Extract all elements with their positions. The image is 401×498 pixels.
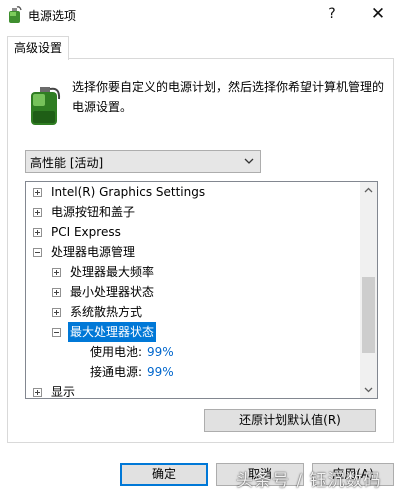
power-plan-value: 高性能 [活动]: [30, 156, 104, 170]
tab-bar: 高级设置: [0, 30, 401, 60]
scroll-up-icon[interactable]: [360, 182, 377, 199]
scroll-thumb[interactable]: [362, 277, 375, 353]
scroll-down-icon[interactable]: [360, 381, 377, 398]
expand-plus-icon[interactable]: [33, 208, 42, 217]
tab-advanced-settings[interactable]: 高级设置: [7, 36, 69, 60]
power-plan-select[interactable]: 高性能 [活动]: [25, 150, 261, 173]
settings-tree[interactable]: Intel(R) Graphics Settings 电源按钮和盖子 PCI E…: [25, 181, 378, 399]
window-title: 电源选项: [28, 9, 77, 23]
selected-node-label: 最大处理器状态: [68, 322, 157, 342]
watermark-text: 头条号 / 钰沉数码: [236, 471, 382, 491]
restore-plan-defaults-button[interactable]: 还原计划默认值(R): [204, 409, 376, 432]
advanced-settings-panel: 选择你要自定义的电源计划，然后选择你希望计算机管理的电源设置。 高性能 [活动]…: [7, 58, 394, 443]
plan-description: 选择你要自定义的电源计划，然后选择你希望计算机管理的电源设置。: [72, 80, 385, 114]
close-button[interactable]: ✕: [355, 0, 401, 30]
tree-scrollbar[interactable]: [360, 182, 377, 398]
chevron-down-icon: [244, 158, 254, 164]
collapse-minus-icon[interactable]: [33, 248, 42, 257]
expand-plus-icon[interactable]: [52, 268, 61, 277]
battery-icon: [31, 87, 61, 125]
plugged-in-value[interactable]: 99%: [147, 362, 174, 382]
expand-plus-icon[interactable]: [33, 388, 42, 397]
expand-plus-icon[interactable]: [33, 228, 42, 237]
ok-button[interactable]: 确定: [120, 463, 208, 486]
expand-plus-icon[interactable]: [52, 288, 61, 297]
expand-plus-icon[interactable]: [52, 308, 61, 317]
power-options-icon: [9, 6, 22, 23]
expand-plus-icon[interactable]: [33, 188, 42, 197]
title-bar: 电源选项 ? ✕: [0, 0, 401, 30]
on-battery-value[interactable]: 99%: [147, 342, 174, 362]
help-button[interactable]: ?: [309, 0, 355, 30]
collapse-minus-icon[interactable]: [52, 328, 61, 337]
